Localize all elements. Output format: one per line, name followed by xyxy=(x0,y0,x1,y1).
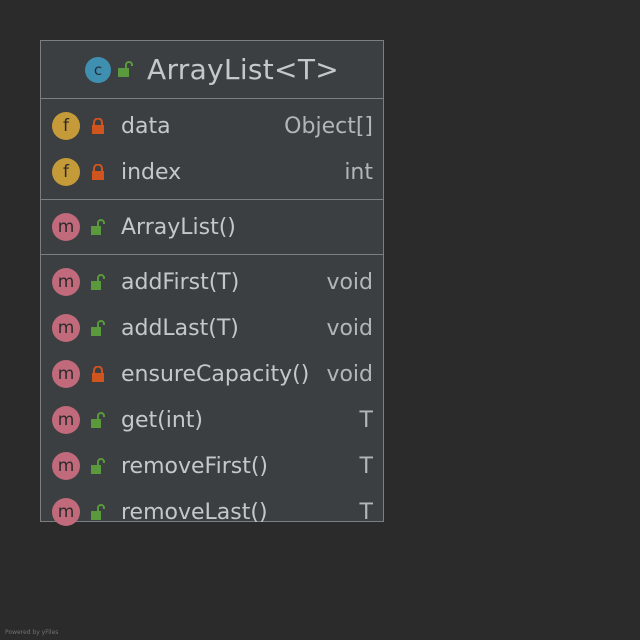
field-row[interactable]: f data Object[] xyxy=(41,103,383,149)
method-return-type: void xyxy=(326,269,373,295)
class-kind-icon: c xyxy=(85,56,111,83)
method-name: removeLast() xyxy=(121,499,268,525)
method-row[interactable]: m addLast(T) void xyxy=(41,305,383,351)
method-name: get(int) xyxy=(121,407,203,433)
private-lock-icon xyxy=(92,118,104,134)
method-row[interactable]: m ensureCapacity() void xyxy=(41,351,383,397)
method-row[interactable]: m removeFirst() T xyxy=(41,443,383,489)
method-icon: m xyxy=(52,452,80,480)
field-type: int xyxy=(344,159,373,185)
private-lock-icon xyxy=(92,366,104,382)
field-name: index xyxy=(121,159,182,185)
method-row[interactable]: m get(int) T xyxy=(41,397,383,443)
class-node[interactable]: c ArrayList<T> f data Object[] f index i… xyxy=(40,40,384,526)
method-icon: m xyxy=(52,498,80,526)
public-lock-icon xyxy=(91,504,105,520)
fields-section: f data Object[] f index int xyxy=(41,99,383,200)
powered-by-credit: Powered by yFiles xyxy=(5,629,59,636)
field-type: Object[] xyxy=(284,113,373,139)
public-lock-icon xyxy=(118,60,133,77)
field-icon: f xyxy=(52,112,80,140)
method-icon: m xyxy=(52,360,80,388)
class-title: ArrayList<T> xyxy=(147,53,339,86)
field-row[interactable]: f index int xyxy=(41,149,383,195)
method-return-type: T xyxy=(359,407,373,433)
method-return-type: T xyxy=(359,453,373,479)
method-row[interactable]: m removeLast() T xyxy=(41,489,383,535)
method-name: ensureCapacity() xyxy=(121,361,310,387)
methods-section: m addFirst(T) void m addLast(T) void m e… xyxy=(41,255,383,539)
method-row[interactable]: m addFirst(T) void xyxy=(41,259,383,305)
constructor-row[interactable]: m ArrayList() xyxy=(41,204,383,250)
public-lock-icon xyxy=(91,458,105,474)
method-name: removeFirst() xyxy=(121,453,269,479)
class-header: c ArrayList<T> xyxy=(41,41,383,99)
method-icon: m xyxy=(52,314,80,342)
method-return-type: void xyxy=(326,361,373,387)
method-return-type: T xyxy=(359,499,373,525)
method-name: addFirst(T) xyxy=(121,269,240,295)
private-lock-icon xyxy=(92,164,104,180)
method-icon: m xyxy=(52,268,80,296)
public-lock-icon xyxy=(91,274,105,290)
field-name: data xyxy=(121,113,171,139)
field-icon: f xyxy=(52,158,80,186)
method-name: addLast(T) xyxy=(121,315,239,341)
constructors-section: m ArrayList() xyxy=(41,200,383,255)
public-lock-icon xyxy=(91,219,105,235)
method-icon: m xyxy=(52,213,80,241)
method-icon: m xyxy=(52,406,80,434)
public-lock-icon xyxy=(91,320,105,336)
method-return-type: void xyxy=(326,315,373,341)
constructor-name: ArrayList() xyxy=(121,214,236,240)
public-lock-icon xyxy=(91,412,105,428)
